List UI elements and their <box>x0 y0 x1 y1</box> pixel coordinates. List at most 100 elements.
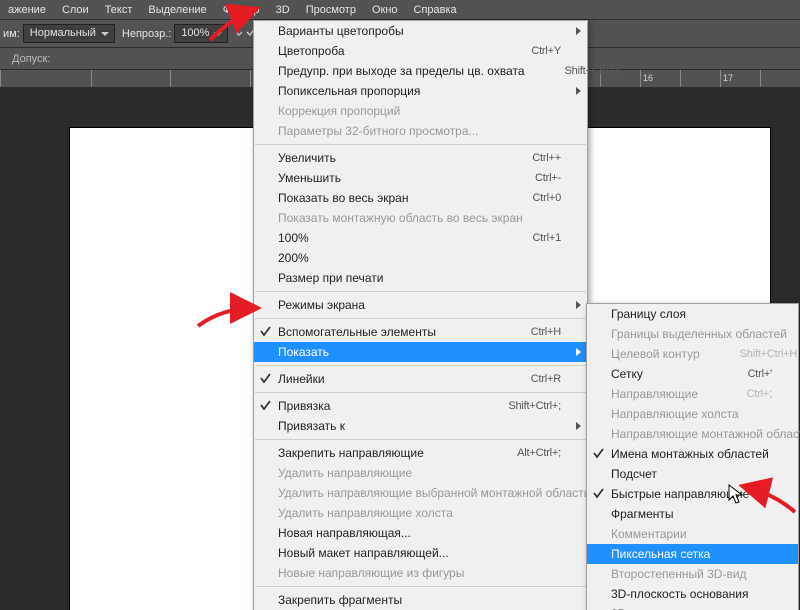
menu-3d[interactable]: 3D <box>268 2 298 18</box>
view-menu-separator <box>255 365 586 366</box>
checkmark-icon <box>260 326 271 340</box>
show-submenu-item-label: Направляющие холста <box>611 407 739 421</box>
view-menu-item: Удалить направляющие <box>254 463 587 483</box>
view-menu-item-label: Новый макет направляющей... <box>278 546 449 560</box>
view-menu-item: Параметры 32-битного просмотра... <box>254 121 587 141</box>
menu-image[interactable]: ажение <box>0 2 54 18</box>
menubar: ажение Слои Текст Выделение Фильтр 3D Пр… <box>0 0 800 20</box>
view-menu-item-label: Уменьшить <box>278 171 341 185</box>
show-submenu-item-label: Подсчет <box>611 467 657 481</box>
view-menu-item: Показать монтажную область во весь экран <box>254 208 587 228</box>
view-menu-item-label: Линейки <box>278 372 325 386</box>
show-submenu-item[interactable]: Быстрые направляющие <box>587 484 798 504</box>
view-menu-item: Новые направляющие из фигуры <box>254 563 587 583</box>
view-menu-item[interactable]: 200% <box>254 248 587 268</box>
show-submenu-item[interactable]: Границу слоя <box>587 304 798 324</box>
show-submenu-item[interactable]: СеткуCtrl+' <box>587 364 798 384</box>
mode-label: им: <box>3 28 20 40</box>
view-menu-item[interactable]: Закрепить направляющие Alt+Ctrl+; <box>254 443 587 463</box>
menu-shortcut: Shift+Ctrl+H <box>700 348 798 360</box>
checkmark-icon <box>260 400 271 414</box>
show-submenu-item: НаправляющиеCtrl+; <box>587 384 798 404</box>
view-menu-item-label: Увеличить <box>278 151 336 165</box>
view-menu-item-label: Удалить направляющие выбранной монтажной… <box>278 486 591 500</box>
view-menu-item[interactable]: Новый макет направляющей... <box>254 543 587 563</box>
view-menu-item-label: 100% <box>278 231 309 245</box>
menu-shortcut: Ctrl+0 <box>493 192 561 204</box>
menu-shortcut: Alt+Ctrl+; <box>477 447 561 459</box>
view-menu-item[interactable]: Попиксельная пропорция <box>254 81 587 101</box>
view-menu-item-label: 200% <box>278 251 309 265</box>
show-submenu-item-label: Комментарии <box>611 527 687 541</box>
view-menu-item-label: Предупр. при выходе за пределы цв. охват… <box>278 64 525 78</box>
view-menu-item[interactable]: Линейки Ctrl+R <box>254 369 587 389</box>
checkmark-icon <box>593 448 604 462</box>
view-menu-item[interactable]: Уменьшить Ctrl+- <box>254 168 587 188</box>
opacity-step-icon[interactable] <box>232 25 246 43</box>
view-menu-item: Удалить направляющие холста <box>254 503 587 523</box>
menu-help[interactable]: Справка <box>406 2 465 18</box>
view-menu-item: Коррекция пропорций <box>254 101 587 121</box>
view-menu-item[interactable]: Показать <box>254 342 587 362</box>
view-menu-item[interactable]: Режимы экрана <box>254 295 587 315</box>
view-menu-item[interactable]: Размер при печати <box>254 268 587 288</box>
view-menu-item[interactable]: УвеличитьCtrl++ <box>254 148 587 168</box>
view-menu-item[interactable]: Вспомогательные элементы Ctrl+H <box>254 322 587 342</box>
view-menu-item-label: Вспомогательные элементы <box>278 325 436 339</box>
view-menu-item-label: Режимы экрана <box>278 298 365 312</box>
view-menu-item-label: Привязка <box>278 399 330 413</box>
menu-shortcut: Ctrl+R <box>491 373 561 385</box>
show-submenu-item[interactable]: Фрагменты <box>587 504 798 524</box>
menu-shortcut: Ctrl+Y <box>491 45 561 57</box>
view-menu-item[interactable]: Цветопроба Ctrl+Y <box>254 41 587 61</box>
show-submenu-item[interactable]: Пиксельная сетка <box>587 544 798 564</box>
view-menu-item[interactable]: Предупр. при выходе за пределы цв. охват… <box>254 61 587 81</box>
view-menu-item-label: Показать во весь экран <box>278 191 408 205</box>
view-menu-item[interactable]: Новая направляющая... <box>254 523 587 543</box>
show-submenu-item-label: Границу слоя <box>611 307 686 321</box>
view-menu-item-label: Новая направляющая... <box>278 526 411 540</box>
menu-shortcut: Ctrl+; <box>707 388 772 400</box>
view-menu-item[interactable]: Привязать к <box>254 416 587 436</box>
show-submenu-item-label: Целевой контур <box>611 347 700 361</box>
menu-shortcut: Shift+Ctrl+; <box>468 400 561 412</box>
view-menu-item[interactable]: Показать во весь экран Ctrl+0 <box>254 188 587 208</box>
show-submenu-item-label: Границы выделенных областей <box>611 327 787 341</box>
menu-text[interactable]: Текст <box>97 2 141 18</box>
view-menu-item-label: Закрепить направляющие <box>278 446 424 460</box>
menu-shortcut: Ctrl+H <box>491 326 561 338</box>
view-menu-item-label: Коррекция пропорций <box>278 104 400 118</box>
menu-shortcut: Ctrl+- <box>495 172 561 184</box>
view-menu-item: Удалить направляющие выбранной монтажной… <box>254 483 587 503</box>
menu-layers[interactable]: Слои <box>54 2 97 18</box>
show-submenu-item[interactable]: 3D-свет <box>587 604 798 610</box>
view-menu-separator <box>255 586 586 587</box>
view-menu-separator <box>255 392 586 393</box>
show-submenu-item-label: Имена монтажных областей <box>611 447 769 461</box>
submenu-arrow-icon <box>576 422 581 430</box>
view-menu-item-label: Попиксельная пропорция <box>278 84 420 98</box>
app-window: ажение Слои Текст Выделение Фильтр 3D Пр… <box>0 0 800 610</box>
show-submenu-item[interactable]: 3D-плоскость основания <box>587 584 798 604</box>
view-menu-item[interactable]: 100%Ctrl+1 <box>254 228 587 248</box>
view-menu-item-label: Цветопроба <box>278 44 345 58</box>
view-menu-item[interactable]: Закрепить фрагменты <box>254 590 587 610</box>
submenu-arrow-icon <box>576 301 581 309</box>
opacity-dropdown[interactable]: 100% <box>174 24 228 43</box>
show-submenu-item[interactable]: Имена монтажных областей <box>587 444 798 464</box>
show-submenu-item-label: 3D-плоскость основания <box>611 587 749 601</box>
menu-view[interactable]: Просмотр <box>298 2 364 18</box>
view-menu-item-label: Показать <box>278 345 329 359</box>
blend-mode-dropdown[interactable]: Нормальный <box>23 24 115 43</box>
view-menu-item-label: Удалить направляющие <box>278 466 412 480</box>
menu-filter[interactable]: Фильтр <box>215 2 268 18</box>
view-menu-separator <box>255 291 586 292</box>
view-menu-item[interactable]: Варианты цветопробы <box>254 21 587 41</box>
show-submenu-item-label: Направляющие монтажной области <box>611 427 800 441</box>
show-submenu-item: Направляющие монтажной области <box>587 424 798 444</box>
show-submenu-item[interactable]: Подсчет <box>587 464 798 484</box>
view-menu-item-label: Параметры 32-битного просмотра... <box>278 124 479 138</box>
menu-window[interactable]: Окно <box>364 2 406 18</box>
view-menu-item[interactable]: Привязка Shift+Ctrl+; <box>254 396 587 416</box>
menu-select[interactable]: Выделение <box>140 2 214 18</box>
